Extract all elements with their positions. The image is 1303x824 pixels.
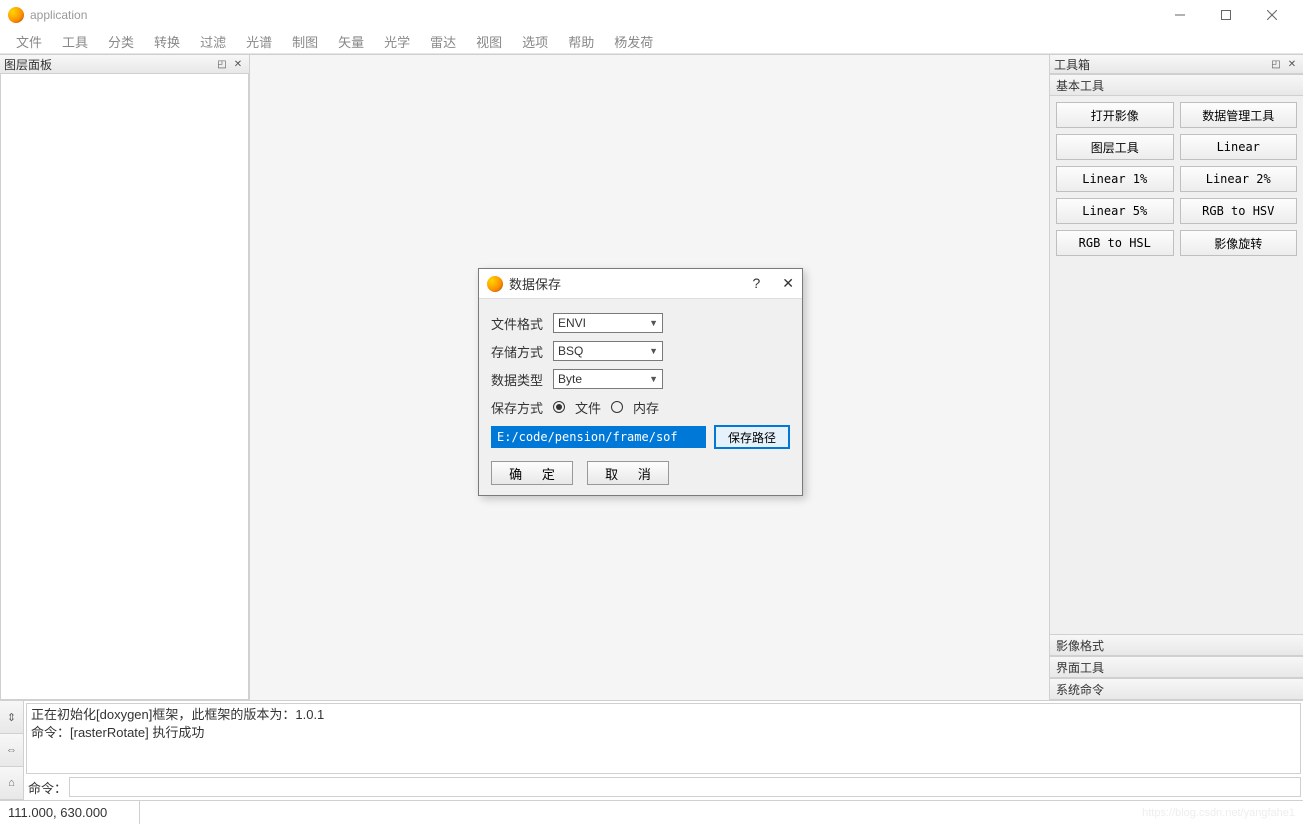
tool-rgb-hsl[interactable]: RGB to HSL <box>1056 230 1174 256</box>
label-storage: 存储方式 <box>491 342 547 361</box>
app-icon <box>487 276 503 292</box>
layer-panel-header: 图层面板 ◰ ✕ <box>0 54 249 74</box>
panel-close-icon[interactable]: ✕ <box>1285 57 1299 71</box>
menu-convert[interactable]: 转换 <box>144 32 190 51</box>
chevron-down-icon: ▼ <box>649 346 658 356</box>
label-dtype: 数据类型 <box>491 370 547 389</box>
maximize-button[interactable] <box>1203 0 1249 30</box>
tool-open-image[interactable]: 打开影像 <box>1056 102 1174 128</box>
dialog-help-button[interactable]: ? <box>752 275 760 292</box>
toolbox-title: 工具箱 <box>1054 56 1269 73</box>
tool-grid: 打开影像 数据管理工具 图层工具 Linear Linear 1% Linear… <box>1050 96 1303 262</box>
browse-path-button[interactable]: 保存路径 <box>714 425 790 449</box>
close-button[interactable] <box>1249 0 1295 30</box>
window-controls <box>1157 0 1295 30</box>
watermark: https://blog.csdn.net/yangfahe1 <box>1142 807 1303 819</box>
dialog-title: 数据保存 <box>509 274 561 293</box>
titlebar: application <box>0 0 1303 30</box>
label-save-mode: 保存方式 <box>491 398 547 417</box>
toolbox-panel: 工具箱 ◰ ✕ 基本工具 打开影像 数据管理工具 图层工具 Linear Lin… <box>1049 54 1303 700</box>
dialog-titlebar[interactable]: 数据保存 ? ✕ <box>479 269 802 299</box>
dialog-close-button[interactable]: ✕ <box>782 275 794 292</box>
log-output[interactable]: 正在初始化[doxygen]框架，此框架的版本为：1.0.1 命令：[raste… <box>26 703 1301 774</box>
tool-linear[interactable]: Linear <box>1180 134 1298 160</box>
tool-linear-2[interactable]: Linear 2% <box>1180 166 1298 192</box>
combo-file-format[interactable]: ENVI ▼ <box>553 313 663 333</box>
chevron-down-icon: ▼ <box>649 374 658 384</box>
section-sys-cmd[interactable]: 系统命令 <box>1050 678 1303 700</box>
window-title: application <box>30 8 87 22</box>
ok-button[interactable]: 确 定 <box>491 461 573 485</box>
log-tabs: ⇕ ⇔ ⌂ <box>0 701 24 800</box>
toolbox-header: 工具箱 ◰ ✕ <box>1050 54 1303 74</box>
layer-panel-body[interactable] <box>0 74 249 700</box>
menu-view[interactable]: 视图 <box>466 32 512 51</box>
status-coords: 111.000, 630.000 <box>0 801 140 824</box>
tool-data-mgmt[interactable]: 数据管理工具 <box>1180 102 1298 128</box>
panel-close-icon[interactable]: ✕ <box>231 57 245 71</box>
tool-rgb-hsv[interactable]: RGB to HSV <box>1180 198 1298 224</box>
menu-options[interactable]: 选项 <box>512 32 558 51</box>
menu-file[interactable]: 文件 <box>6 32 52 51</box>
radio-memory[interactable] <box>611 401 623 413</box>
section-basic-tools[interactable]: 基本工具 <box>1050 74 1303 96</box>
app-icon <box>8 7 24 23</box>
cancel-button[interactable]: 取 消 <box>587 461 669 485</box>
layer-panel-title: 图层面板 <box>4 56 215 73</box>
menubar: 文件 工具 分类 转换 过滤 光谱 制图 矢量 光学 雷达 视图 选项 帮助 杨… <box>0 30 1303 54</box>
tool-linear-1[interactable]: Linear 1% <box>1056 166 1174 192</box>
menu-vector[interactable]: 矢量 <box>328 32 374 51</box>
menu-classify[interactable]: 分类 <box>98 32 144 51</box>
section-ui-tools[interactable]: 界面工具 <box>1050 656 1303 678</box>
log-line: 命令：[rasterRotate] 执行成功 <box>31 724 1296 742</box>
tool-linear-5[interactable]: Linear 5% <box>1056 198 1174 224</box>
menu-author[interactable]: 杨发荷 <box>604 32 663 51</box>
statusbar: 111.000, 630.000 https://blog.csdn.net/y… <box>0 800 1303 824</box>
tool-rotate[interactable]: 影像旋转 <box>1180 230 1298 256</box>
combo-value: ENVI <box>558 316 586 330</box>
save-dialog: 数据保存 ? ✕ 文件格式 ENVI ▼ 存储方式 BSQ ▼ 数据类型 Byt… <box>478 268 803 496</box>
chevron-down-icon: ▼ <box>649 318 658 328</box>
radio-file[interactable] <box>553 401 565 413</box>
section-image-format[interactable]: 影像格式 <box>1050 634 1303 656</box>
log-tab-3[interactable]: ⌂ <box>0 767 23 800</box>
menu-spectrum[interactable]: 光谱 <box>236 32 282 51</box>
save-path-input[interactable]: E:/code/pension/frame/sof <box>491 426 706 448</box>
radio-file-label: 文件 <box>575 398 601 417</box>
log-panel: ⇕ ⇔ ⌂ 正在初始化[doxygen]框架，此框架的版本为：1.0.1 命令：… <box>0 700 1303 800</box>
radio-memory-label: 内存 <box>633 398 659 417</box>
undock-icon[interactable]: ◰ <box>1269 57 1283 71</box>
log-line: 正在初始化[doxygen]框架，此框架的版本为：1.0.1 <box>31 706 1296 724</box>
combo-storage[interactable]: BSQ ▼ <box>553 341 663 361</box>
menu-help[interactable]: 帮助 <box>558 32 604 51</box>
label-file-format: 文件格式 <box>491 314 547 333</box>
cmd-label: 命令： <box>26 778 69 797</box>
menu-radar[interactable]: 雷达 <box>420 32 466 51</box>
undock-icon[interactable]: ◰ <box>215 57 229 71</box>
log-tab-1[interactable]: ⇕ <box>0 701 23 734</box>
cmd-input[interactable] <box>69 777 1301 797</box>
log-tab-2[interactable]: ⇔ <box>0 734 23 767</box>
menu-mapping[interactable]: 制图 <box>282 32 328 51</box>
minimize-button[interactable] <box>1157 0 1203 30</box>
layer-panel: 图层面板 ◰ ✕ <box>0 54 250 700</box>
tool-layer[interactable]: 图层工具 <box>1056 134 1174 160</box>
combo-value: BSQ <box>558 344 583 358</box>
menu-tools[interactable]: 工具 <box>52 32 98 51</box>
combo-value: Byte <box>558 372 582 386</box>
combo-dtype[interactable]: Byte ▼ <box>553 369 663 389</box>
menu-optics[interactable]: 光学 <box>374 32 420 51</box>
menu-filter[interactable]: 过滤 <box>190 32 236 51</box>
